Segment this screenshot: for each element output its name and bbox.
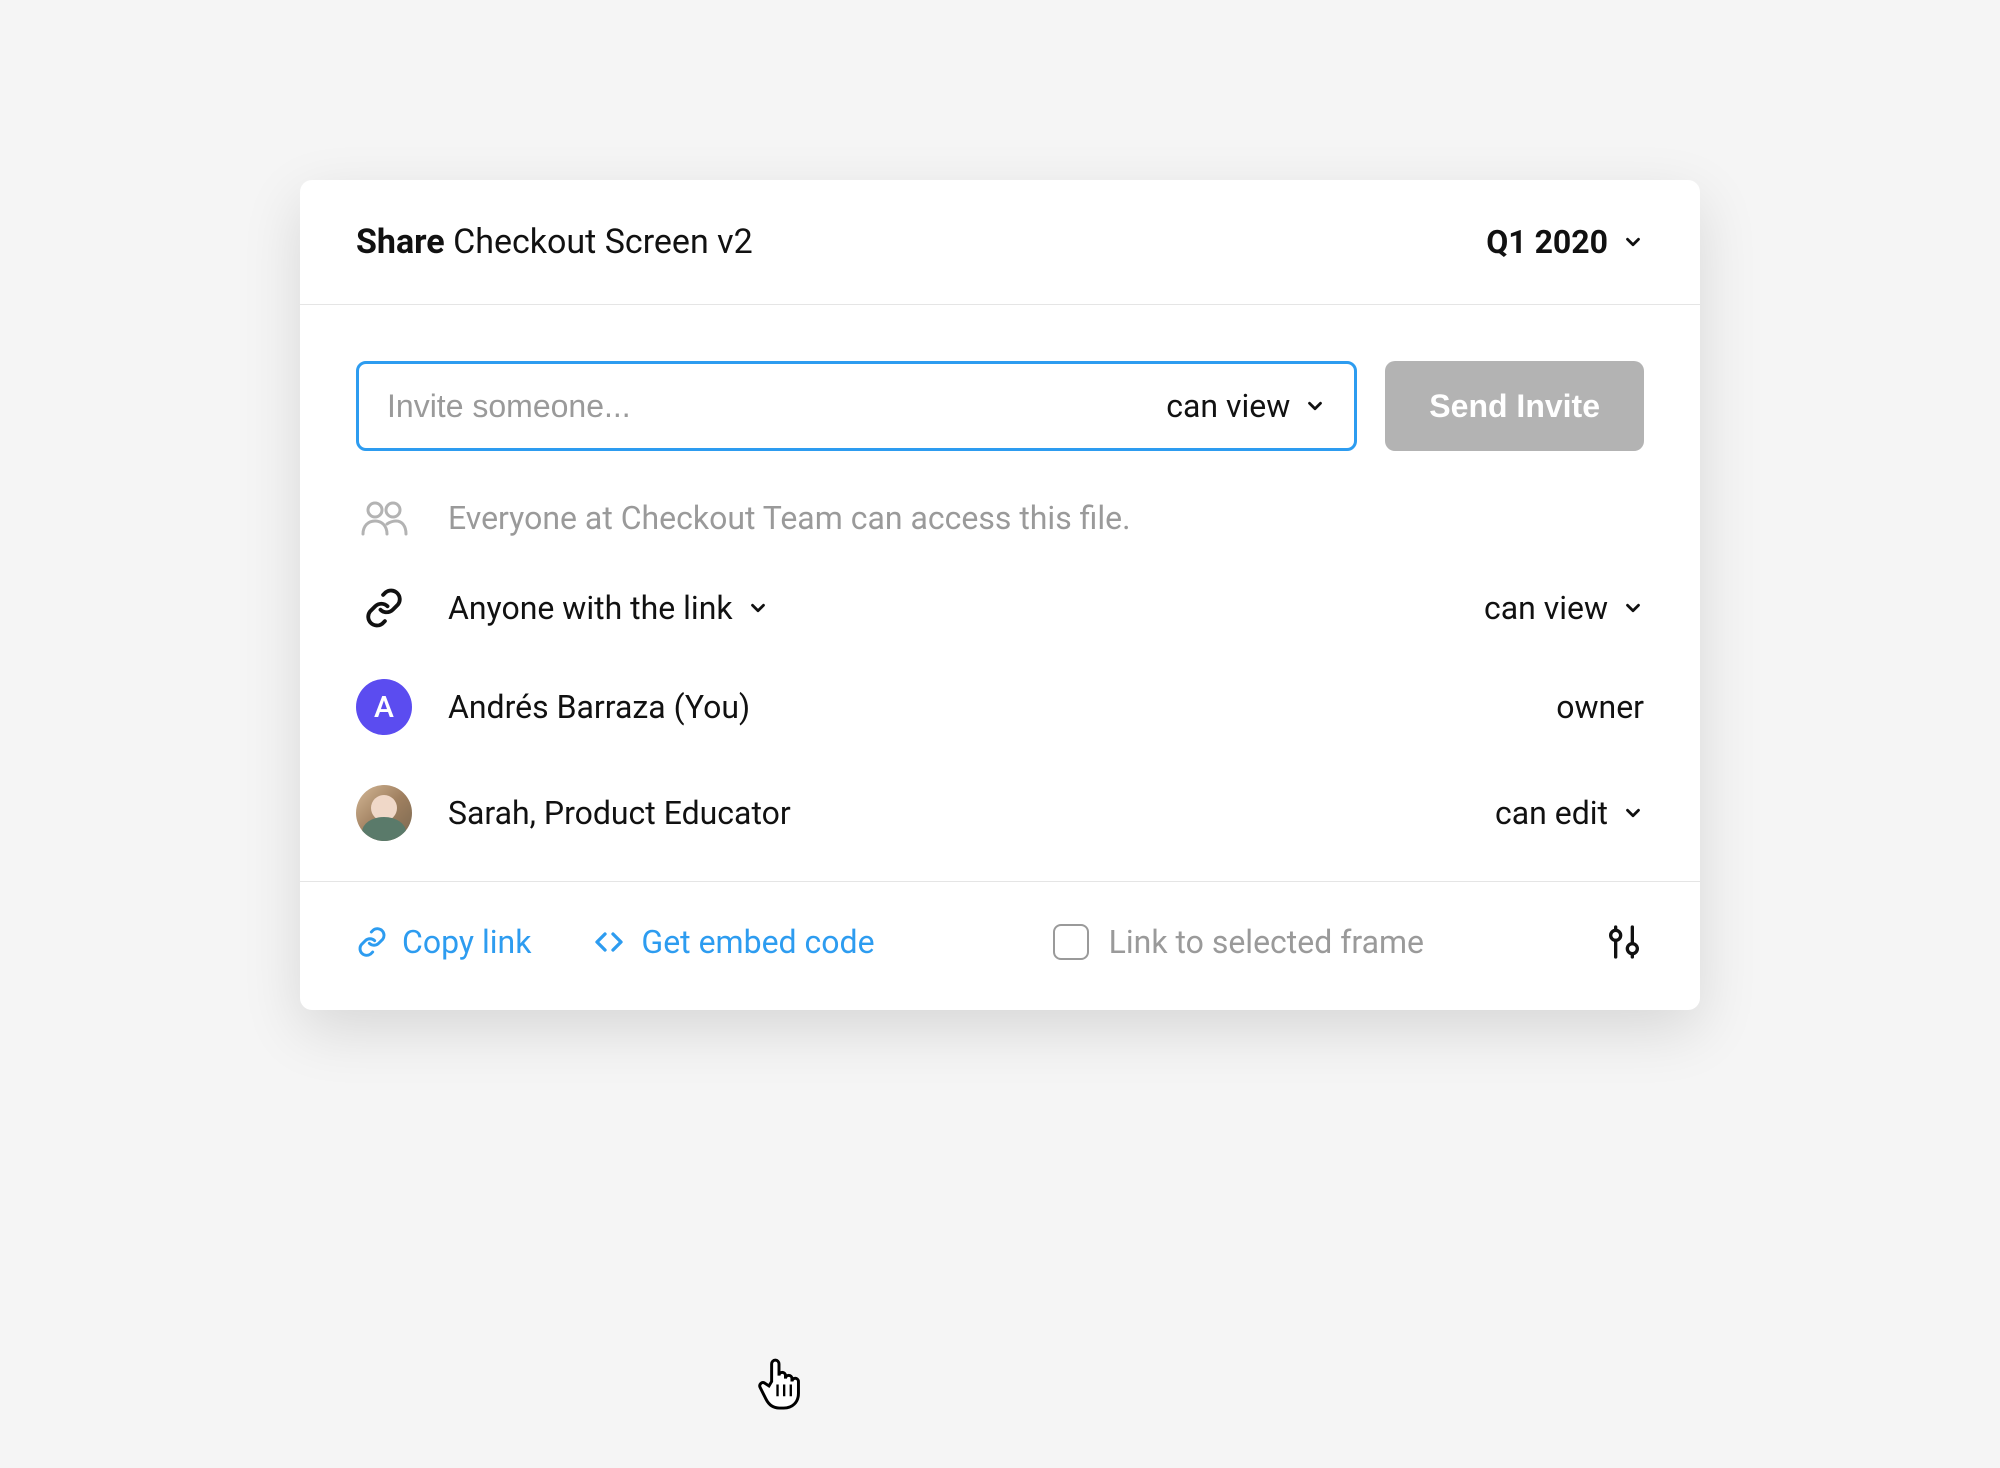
- modal-title: Share Checkout Screen v2: [356, 222, 753, 262]
- user-row: A Andrés Barraza (You) owner: [356, 679, 1644, 735]
- modal-footer: Copy link Get embed code Link to selecte…: [300, 881, 1700, 1010]
- cursor-hand-icon: [755, 1355, 803, 1411]
- invite-row: can view Send Invite: [356, 361, 1644, 451]
- frame-checkbox-group[interactable]: Link to selected frame: [1053, 923, 1424, 961]
- user-name: Andrés Barraza (You): [448, 688, 750, 726]
- chevron-down-icon: [1622, 231, 1644, 253]
- invite-box: can view: [356, 361, 1357, 451]
- frame-checkbox-label: Link to selected frame: [1109, 923, 1424, 961]
- user-row: Sarah, Product Educator can edit: [356, 785, 1644, 841]
- avatar-initial: A: [356, 679, 412, 735]
- copy-link-button[interactable]: Copy link: [356, 923, 531, 961]
- settings-icon[interactable]: [1604, 922, 1644, 962]
- access-list: Everyone at Checkout Team can access thi…: [356, 499, 1644, 841]
- user-name: Sarah, Product Educator: [448, 794, 791, 832]
- project-selector[interactable]: Q1 2020: [1486, 223, 1644, 261]
- user-permission-dropdown[interactable]: can edit: [1495, 794, 1644, 832]
- link-access-dropdown[interactable]: Anyone with the link: [448, 589, 769, 627]
- invite-input[interactable]: [387, 388, 1166, 425]
- chevron-down-icon: [1622, 802, 1644, 824]
- avatar-photo: [356, 785, 412, 841]
- link-icon: [356, 926, 388, 958]
- team-access-row: Everyone at Checkout Team can access thi…: [356, 499, 1644, 537]
- link-access-row: Anyone with the link can view: [356, 587, 1644, 629]
- modal-header: Share Checkout Screen v2 Q1 2020: [300, 180, 1700, 305]
- link-permission-dropdown[interactable]: can view: [1484, 589, 1644, 627]
- avatar: [356, 785, 412, 841]
- chevron-down-icon: [1622, 597, 1644, 619]
- checkbox-icon[interactable]: [1053, 924, 1089, 960]
- avatar: A: [356, 679, 412, 735]
- file-name: Checkout Screen v2: [453, 222, 753, 262]
- chevron-down-icon: [1304, 395, 1326, 417]
- share-modal: Share Checkout Screen v2 Q1 2020 can vie…: [300, 180, 1700, 1010]
- project-name: Q1 2020: [1486, 223, 1608, 261]
- invite-permission-dropdown[interactable]: can view: [1166, 387, 1326, 425]
- chevron-down-icon: [747, 597, 769, 619]
- team-access-text: Everyone at Checkout Team can access thi…: [448, 499, 1131, 537]
- user-role: owner: [1556, 688, 1644, 726]
- share-prefix: Share: [356, 222, 445, 262]
- send-invite-button[interactable]: Send Invite: [1385, 361, 1644, 451]
- invite-permission-label: can view: [1166, 387, 1290, 425]
- embed-code-button[interactable]: Get embed code: [591, 923, 874, 961]
- link-icon: [356, 587, 412, 629]
- people-icon: [356, 500, 412, 536]
- code-icon: [591, 926, 627, 958]
- modal-body: can view Send Invite: [300, 305, 1700, 881]
